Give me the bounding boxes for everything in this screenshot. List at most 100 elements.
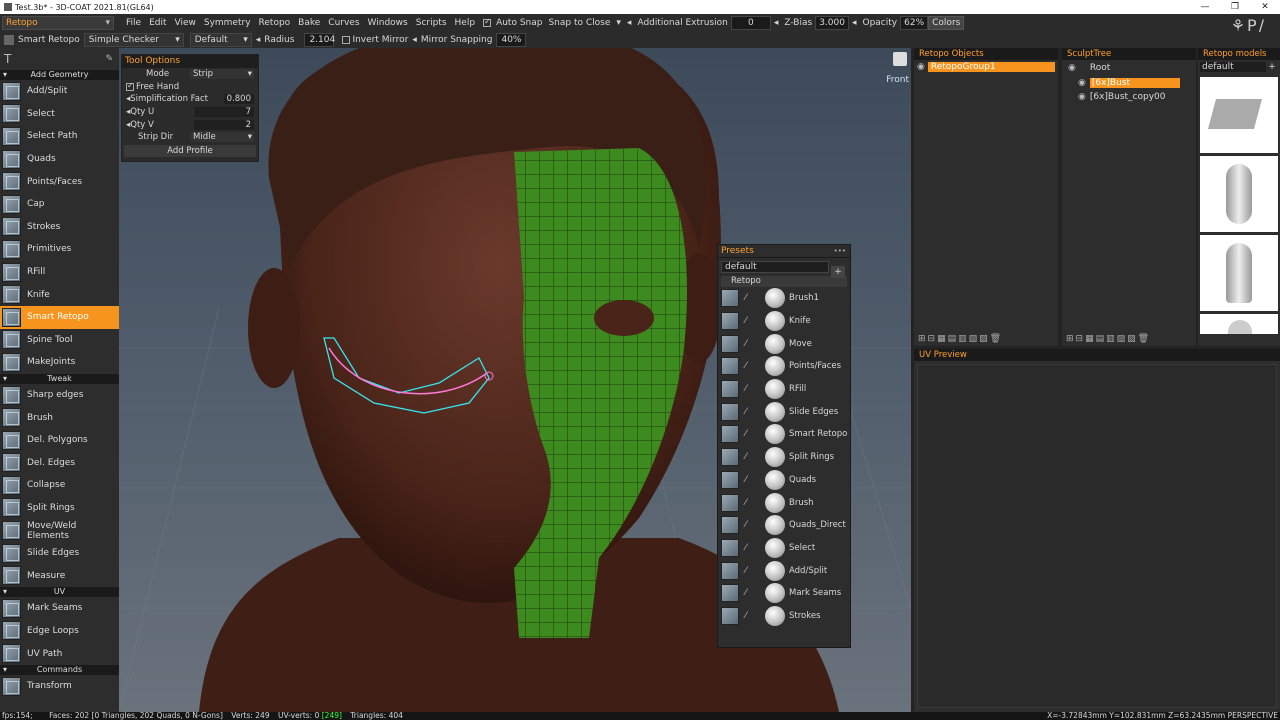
menu-scripts[interactable]: Scripts (412, 14, 451, 32)
simplification-input[interactable]: 0.800 (224, 94, 254, 105)
mirror-snapping-input[interactable]: 40% (496, 33, 527, 47)
text-tool-icon[interactable]: T (4, 52, 11, 66)
additional-extrusion-input[interactable]: 0 (730, 16, 771, 30)
brush-icon[interactable]: ✎ (105, 54, 113, 64)
preset-split-rings[interactable]: ⁄ Split Rings (718, 446, 850, 469)
tool-measure[interactable]: Measure (0, 564, 119, 587)
add-model-button[interactable]: + (1266, 62, 1278, 72)
menu-edit[interactable]: Edit (145, 14, 170, 32)
preset-dropdown[interactable]: Default (189, 33, 252, 47)
tool-points-faces[interactable]: Points/Faces (0, 170, 119, 193)
tool-select[interactable]: Select (0, 103, 119, 126)
retopo-group-item[interactable]: RetopoGroup1 (927, 62, 1055, 72)
tree-root[interactable]: Root (1090, 63, 1110, 73)
tool-collapse[interactable]: Collapse (0, 474, 119, 497)
tool-uv-path[interactable]: UV Path (0, 642, 119, 665)
eye-icon[interactable]: ◉ (1078, 92, 1086, 102)
preset-rfill[interactable]: ⁄ RFill (718, 378, 850, 401)
menu-symmetry[interactable]: Symmetry (200, 14, 255, 32)
preset-quads-direct[interactable]: ⁄ Quads_Direct (718, 514, 850, 537)
maximize-button[interactable]: ❐ (1220, 0, 1250, 14)
tool-split-rings[interactable]: Split Rings (0, 497, 119, 520)
zbias-input[interactable]: 3.000 (815, 16, 849, 30)
model-thumb-sphere[interactable] (1200, 314, 1278, 334)
preset-points-faces[interactable]: ⁄ Points/Faces (718, 355, 850, 378)
menu-file[interactable]: File (122, 14, 145, 32)
model-thumb-capsule[interactable] (1200, 156, 1278, 232)
tool-smart-retopo[interactable]: Smart Retopo (0, 305, 119, 329)
preset-brush[interactable]: ⁄ Brush (718, 491, 850, 514)
tool-primitives[interactable]: Primitives (0, 238, 119, 261)
preset-brush1[interactable]: ⁄ Brush1 (718, 287, 850, 310)
tree-item-bust[interactable]: [6x]Bust (1089, 78, 1180, 88)
add-profile-button[interactable]: Add Profile (124, 144, 256, 158)
tool-knife[interactable]: Knife (0, 283, 119, 306)
snap-to-close-dropdown[interactable]: Snap to Close (545, 18, 613, 28)
points-faces-icon (721, 357, 739, 376)
preset-slide-edges[interactable]: ⁄ Slide Edges (718, 400, 850, 423)
eye-icon[interactable]: ◉ (1068, 63, 1076, 73)
tool-select-path[interactable]: Select Path (0, 125, 119, 148)
tool-makejoints[interactable]: MakeJoints (0, 351, 119, 374)
tool-del-edges[interactable]: Del. Edges (0, 452, 119, 475)
tool-del-polygons[interactable]: Del. Polygons (0, 429, 119, 452)
presets-dropdown[interactable]: default (721, 261, 829, 273)
tool-strokes[interactable]: Strokes (0, 216, 119, 239)
tree-item-bust-copy[interactable]: [6x]Bust_copy00 (1090, 92, 1166, 102)
qty-u-input[interactable]: 7 (194, 107, 254, 118)
tool-add-split[interactable]: Add/Split (0, 80, 119, 103)
tool-move-weld-elements[interactable]: Move/Weld Elements (0, 519, 119, 542)
menu-help[interactable]: Help (451, 14, 480, 32)
auto-snap-checkbox[interactable] (483, 17, 492, 27)
view-cube-icon[interactable] (893, 52, 907, 66)
tool-edge-loops[interactable]: Edge Loops (0, 620, 119, 643)
strip-dir-dropdown[interactable]: Midle (190, 132, 254, 143)
preset-mark-seams[interactable]: ⁄ Mark Seams (718, 582, 850, 605)
tool-quads[interactable]: Quads (0, 148, 119, 171)
menu-view[interactable]: View (171, 14, 200, 32)
tool-spine-tool[interactable]: Spine Tool (0, 329, 119, 352)
menu-windows[interactable]: Windows (364, 14, 412, 32)
minimize-button[interactable]: — (1190, 0, 1220, 14)
retopo-models-dropdown[interactable]: default (1200, 62, 1266, 72)
preset-label: Smart Retopo (789, 429, 848, 440)
tool-cap[interactable]: Cap (0, 193, 119, 216)
eye-icon[interactable]: ◉ (917, 62, 925, 72)
qty-v-input[interactable]: 2 (194, 119, 254, 130)
tool-transform[interactable]: Transform (0, 675, 119, 698)
colors-button[interactable]: Colors (928, 16, 965, 30)
radius-input[interactable]: 2.104 (304, 33, 335, 47)
tool-rfill[interactable]: RFill (0, 261, 119, 284)
preset-select[interactable]: ⁄ Select (718, 537, 850, 560)
presets-group-retopo[interactable]: Retopo (721, 276, 847, 287)
eye-icon[interactable]: ◉ (1078, 78, 1086, 88)
shader-dropdown[interactable]: Simple Checker (83, 33, 184, 47)
menu-bake[interactable]: Bake (294, 14, 324, 32)
add-preset-button[interactable]: + (831, 266, 845, 278)
invert-mirror-checkbox[interactable] (342, 36, 351, 44)
tool-sharp-edges[interactable]: Sharp edges (0, 384, 119, 407)
preset-knife[interactable]: ⁄ Knife (718, 310, 850, 333)
preset-smart-retopo[interactable]: ⁄ Smart Retopo (718, 423, 850, 446)
model-thumb-box[interactable] (1200, 77, 1278, 153)
free-hand-checkbox[interactable] (126, 81, 134, 91)
tool-mark-seams[interactable]: Mark Seams (0, 597, 119, 620)
section-add-geometry[interactable]: Add Geometry (0, 70, 119, 80)
menu-curves[interactable]: Curves (324, 14, 363, 32)
opacity-input[interactable]: 62% (900, 16, 929, 30)
preset-add-split[interactable]: ⁄ Add/Split (718, 559, 850, 582)
room-dropdown[interactable]: Retopo (2, 16, 114, 30)
menu-retopo[interactable]: Retopo (255, 14, 295, 32)
mode-dropdown[interactable]: Strip (190, 69, 254, 80)
tool-brush[interactable]: Brush (0, 406, 119, 429)
preset-quads[interactable]: ⁄ Quads (718, 469, 850, 492)
preset-move[interactable]: ⁄ Move (718, 332, 850, 355)
uv-preview-canvas[interactable] (917, 364, 1277, 708)
preset-strokes[interactable]: ⁄ Strokes (718, 605, 850, 628)
section-tweak[interactable]: Tweak (0, 373, 119, 384)
section-commands[interactable]: Commands (0, 664, 119, 675)
tool-slide-edges[interactable]: Slide Edges (0, 542, 119, 565)
close-button[interactable]: ✕ (1250, 0, 1280, 14)
section-uv[interactable]: UV (0, 587, 119, 598)
model-thumb-cylinder[interactable] (1200, 235, 1278, 311)
